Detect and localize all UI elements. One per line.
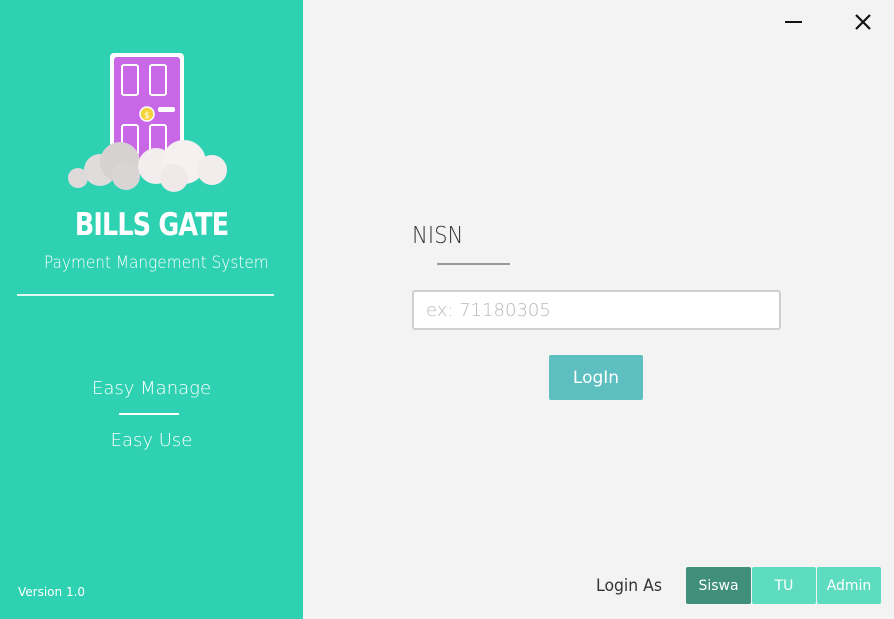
- minimize-button[interactable]: [780, 10, 808, 34]
- login-as-label: Login As: [596, 576, 663, 596]
- close-button[interactable]: [849, 10, 877, 34]
- nisn-label-underline: [437, 263, 510, 265]
- sidebar-divider: [17, 294, 274, 296]
- role-admin-button[interactable]: Admin: [817, 567, 881, 604]
- app-tagline: Payment Mangement System: [44, 253, 269, 273]
- role-siswa-button[interactable]: Siswa: [686, 567, 751, 604]
- login-button[interactable]: LogIn: [549, 355, 643, 400]
- close-icon: [855, 14, 871, 30]
- door-on-cloud-icon: $: [68, 53, 227, 192]
- nisn-input[interactable]: [412, 290, 781, 330]
- nisn-label: NISN: [412, 223, 464, 249]
- sidebar: $ BILLS GATE Payment Mangement System Ea…: [0, 0, 303, 619]
- app-title: BILLS GATE: [74, 207, 229, 243]
- feature-divider: [119, 413, 179, 415]
- feature-easy-manage: Easy Manage: [91, 378, 212, 399]
- feature-easy-use: Easy Use: [110, 430, 193, 451]
- minimize-icon: [785, 21, 802, 23]
- role-tu-button[interactable]: TU: [752, 567, 816, 604]
- svg-text:$: $: [144, 111, 150, 121]
- version-label: Version 1.0: [18, 585, 86, 599]
